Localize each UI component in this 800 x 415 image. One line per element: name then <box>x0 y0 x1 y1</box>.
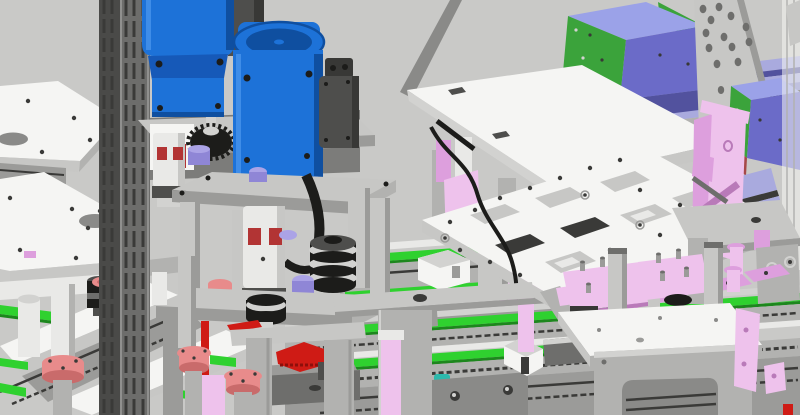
pink-side-bracket[interactable] <box>734 308 760 392</box>
red-part <box>783 404 793 415</box>
white-post <box>152 272 167 305</box>
rubber-pad <box>664 294 692 306</box>
pink-panel <box>381 336 401 415</box>
extrusion-column[interactable] <box>99 0 150 415</box>
pulley-stack[interactable] <box>309 235 357 293</box>
lift-frame[interactable] <box>594 344 752 415</box>
post <box>53 380 72 415</box>
pink-cylinder <box>727 270 740 292</box>
junction-box <box>319 58 359 148</box>
pink-strip <box>24 251 36 258</box>
cad-viewport[interactable] <box>0 0 800 415</box>
white-post <box>18 299 40 357</box>
collar <box>279 230 297 240</box>
